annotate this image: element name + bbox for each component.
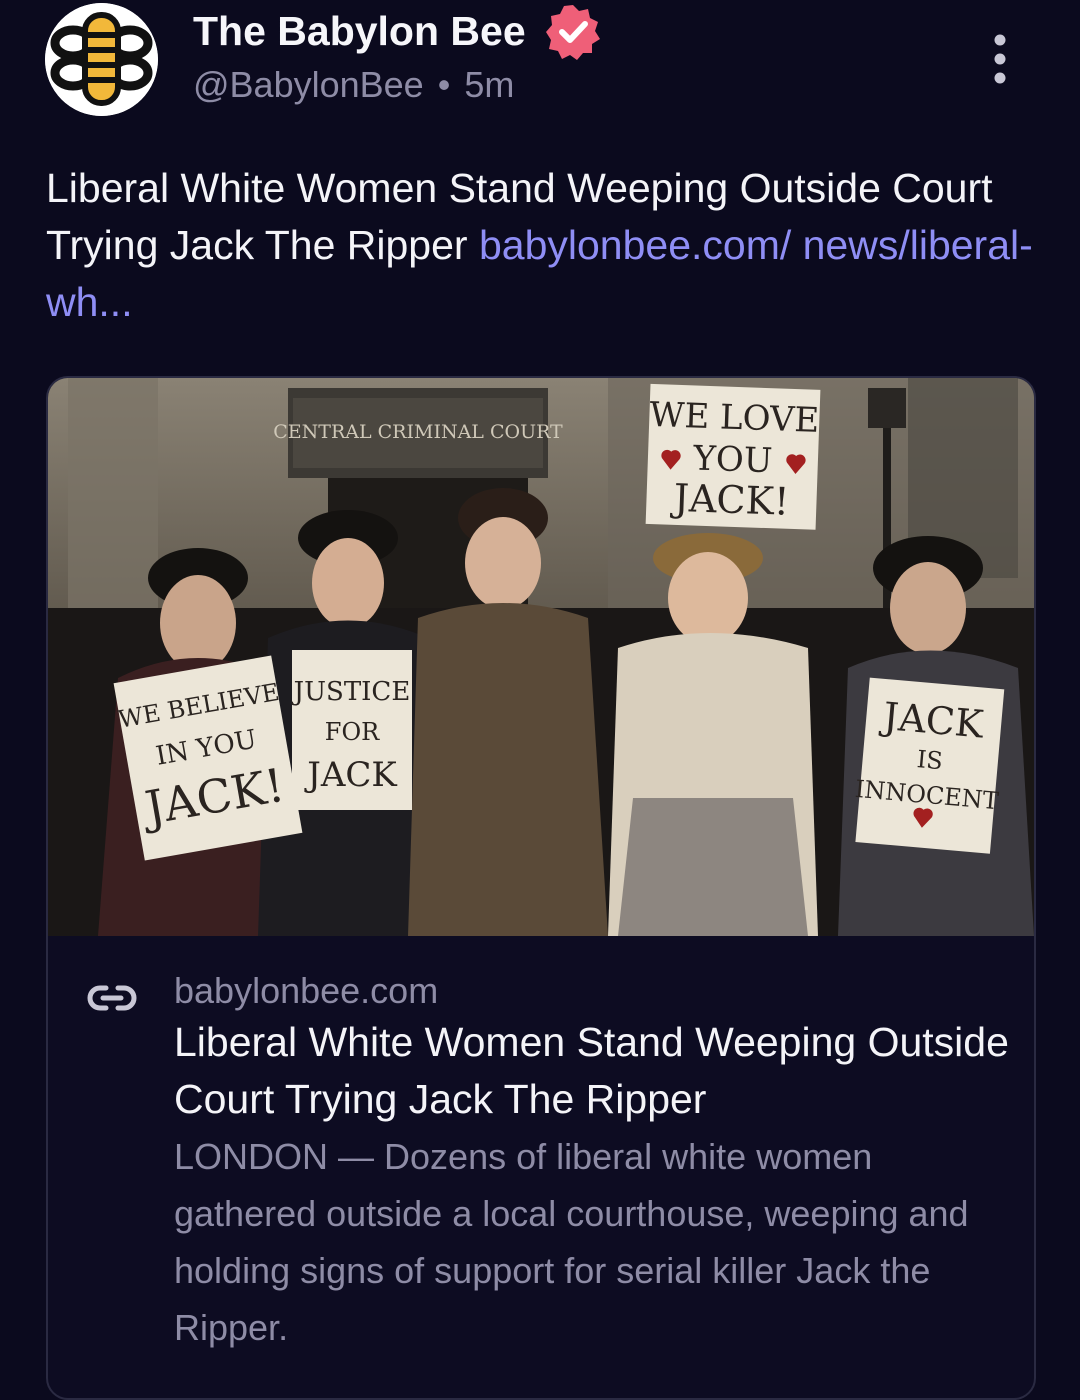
sign1-line1: WE LOVE xyxy=(649,395,820,441)
photo-illustration: CENTRAL CRIMINAL COURT WE LOVE YOU JACK!… xyxy=(48,378,1034,936)
link-icon xyxy=(87,985,137,1011)
sign3-line1: JUSTICE xyxy=(291,677,411,707)
sign3-line2: FOR xyxy=(325,718,380,746)
card-image[interactable]: CENTRAL CRIMINAL COURT WE LOVE YOU JACK!… xyxy=(48,378,1034,936)
post-time[interactable]: 5m xyxy=(464,64,514,105)
post-text: Liberal White Women Stand Weeping Outsid… xyxy=(46,160,1046,331)
handle-row: @BabylonBee • 5m xyxy=(193,64,514,106)
separator-dot: • xyxy=(437,64,451,105)
sign4-line1: JACK xyxy=(878,694,986,747)
link-preview-card[interactable]: CENTRAL CRIMINAL COURT WE LOVE YOU JACK!… xyxy=(46,376,1036,1400)
babylon-bee-logo-icon xyxy=(45,3,158,116)
author-handle[interactable]: @BabylonBee xyxy=(193,64,424,105)
sign1-line3: JACK! xyxy=(669,476,790,524)
sign3-line3: JACK xyxy=(304,755,397,795)
verified-badge-icon xyxy=(546,5,600,60)
card-title[interactable]: Liberal White Women Stand Weeping Outsid… xyxy=(174,1014,1014,1128)
card-description: LONDON — Dozens of liberal white women g… xyxy=(174,1136,969,1348)
court-sign-text: CENTRAL CRIMINAL COURT xyxy=(273,421,563,443)
sign1-line2: YOU xyxy=(692,438,773,481)
author-name[interactable]: The Babylon Bee xyxy=(193,8,526,55)
avatar[interactable] xyxy=(45,3,158,116)
more-options-icon[interactable] xyxy=(985,32,1015,86)
sign4-line2: IS xyxy=(916,745,944,775)
card-domain[interactable]: babylonbee.com xyxy=(174,970,438,1012)
